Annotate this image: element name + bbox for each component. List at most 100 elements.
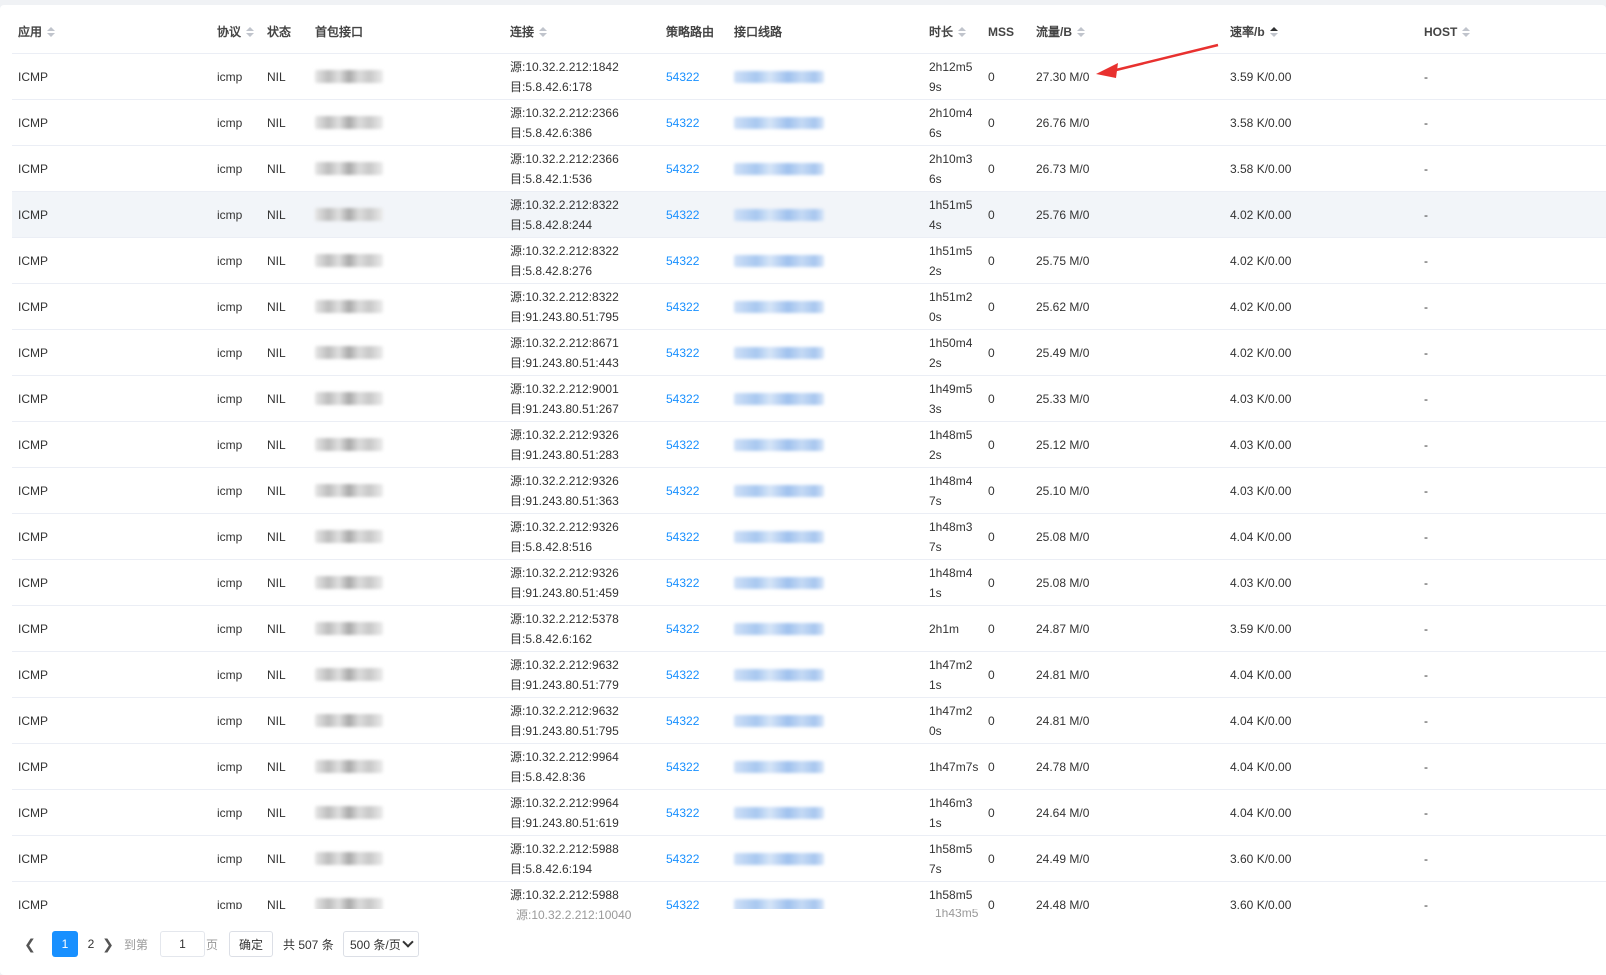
policy-route-link[interactable]: 54322 bbox=[666, 757, 699, 777]
table-row[interactable]: ICMP icmp NIL 源:10.32.2.212:8322 目:5.8.42.8:… bbox=[12, 192, 1606, 238]
table-row[interactable]: ICMP icmp NIL 源:10.32.2.212:2366 目:5.8.42.6:… bbox=[12, 100, 1606, 146]
cell-policy-route[interactable]: 54322 bbox=[660, 514, 730, 559]
cell-host: - bbox=[1424, 69, 1428, 84]
table-row[interactable]: ICMP icmp NIL 源:10.32.2.212:9632 目:91.243.80… bbox=[12, 652, 1606, 698]
policy-route-link[interactable]: 54322 bbox=[666, 573, 699, 593]
table-row[interactable]: ICMP icmp NIL 源:10.32.2.212:1842 目:5.8.42.6:… bbox=[12, 54, 1606, 100]
header-proto[interactable]: 协议 bbox=[211, 10, 261, 53]
cell-policy-route[interactable]: 54322 bbox=[660, 376, 730, 421]
cell-policy-route[interactable]: 54322 bbox=[660, 146, 730, 191]
table-row[interactable]: ICMP icmp NIL 源:10.32.2.212:8322 目:5.8.42.8:… bbox=[12, 238, 1606, 284]
header-app[interactable]: 应用 bbox=[12, 10, 212, 53]
cell-state: NIL bbox=[267, 207, 286, 222]
sort-icon[interactable] bbox=[246, 26, 255, 37]
table-row[interactable]: ICMP icmp NIL 源:10.32.2.212:8671 目:91.243.80… bbox=[12, 330, 1606, 376]
header-flow[interactable]: 流量/B bbox=[1030, 10, 1230, 53]
connection-source: 源:10.32.2.212:1842 bbox=[510, 59, 619, 74]
cell-rate: 3.59 K/0.00 bbox=[1230, 69, 1292, 84]
policy-route-link[interactable]: 54322 bbox=[666, 389, 699, 409]
cell-policy-route[interactable]: 54322 bbox=[660, 468, 730, 513]
cell-policy-route[interactable]: 54322 bbox=[660, 744, 730, 789]
cell-flow: 26.73 M/0 bbox=[1036, 161, 1090, 176]
cell-state: NIL bbox=[267, 299, 286, 314]
table-row[interactable]: ICMP icmp NIL 源:10.32.2.212:2366 目:5.8.42.1:… bbox=[12, 146, 1606, 192]
sort-icon[interactable] bbox=[539, 26, 548, 37]
header-host[interactable]: HOST bbox=[1418, 10, 1598, 53]
policy-route-link[interactable]: 54322 bbox=[666, 113, 699, 133]
redacted-interface bbox=[315, 392, 383, 405]
cell-policy-route[interactable]: 54322 bbox=[660, 284, 730, 329]
policy-route-link[interactable]: 54322 bbox=[666, 205, 699, 225]
cell-policy-route[interactable]: 54322 bbox=[660, 790, 730, 835]
header-rate[interactable]: 速率/b bbox=[1224, 10, 1424, 53]
cell-policy-route[interactable]: 54322 bbox=[660, 652, 730, 697]
cell-policy-route[interactable]: 54322 bbox=[660, 192, 730, 237]
cell-app: ICMP bbox=[18, 575, 48, 590]
table-row[interactable]: ICMP icmp NIL 源:10.32.2.212:9964 目:91.243.80… bbox=[12, 790, 1606, 836]
policy-route-link[interactable]: 54322 bbox=[666, 711, 699, 731]
cell-flow: 24.87 M/0 bbox=[1036, 621, 1090, 636]
policy-route-link[interactable]: 54322 bbox=[666, 159, 699, 179]
cell-mss: 0 bbox=[988, 529, 995, 544]
policy-route-link[interactable]: 54322 bbox=[666, 803, 699, 823]
cell-policy-route[interactable]: 54322 bbox=[660, 698, 730, 743]
cell-policy-route[interactable]: 54322 bbox=[660, 422, 730, 467]
policy-route-link[interactable]: 54322 bbox=[666, 849, 699, 869]
policy-route-link[interactable]: 54322 bbox=[666, 619, 699, 639]
cell-mss: 0 bbox=[988, 207, 995, 222]
page-size-select[interactable]: 500 条/页 bbox=[343, 931, 419, 957]
table-row[interactable]: ICMP icmp NIL 源:10.32.2.212:9001 目:91.243.80… bbox=[12, 376, 1606, 422]
cell-policy-route[interactable]: 54322 bbox=[660, 330, 730, 375]
policy-route-link[interactable]: 54322 bbox=[666, 527, 699, 547]
table-row[interactable]: ICMP icmp NIL 源:10.32.2.212:5988 目:5.8.42.6:… bbox=[12, 836, 1606, 882]
policy-route-link[interactable]: 54322 bbox=[666, 297, 699, 317]
connection-destination: 目:5.8.42.8:244 bbox=[510, 217, 593, 232]
redacted-interface bbox=[315, 530, 383, 543]
connection-source: 源:10.32.2.212:9964 bbox=[510, 795, 619, 810]
cell-policy-route[interactable]: 54322 bbox=[660, 54, 730, 99]
cell-duration: 1h49m53s bbox=[929, 381, 973, 416]
cell-policy-route[interactable]: 54322 bbox=[660, 100, 730, 145]
cell-policy-route[interactable]: 54322 bbox=[660, 238, 730, 283]
sort-icon[interactable] bbox=[47, 26, 56, 37]
policy-route-link[interactable]: 54322 bbox=[666, 481, 699, 501]
sort-icon[interactable] bbox=[1462, 26, 1471, 37]
cell-interface-line bbox=[728, 606, 928, 651]
cell-policy-route[interactable]: 54322 bbox=[660, 606, 730, 651]
redacted-line bbox=[734, 530, 824, 543]
policy-route-link[interactable]: 54322 bbox=[666, 251, 699, 271]
policy-route-link[interactable]: 54322 bbox=[666, 67, 699, 87]
goto-page-input[interactable]: 1 bbox=[160, 931, 205, 957]
table-row[interactable]: ICMP icmp NIL 源:10.32.2.212:9632 目:91.243.80… bbox=[12, 698, 1606, 744]
policy-route-link[interactable]: 54322 bbox=[666, 665, 699, 685]
policy-route-link[interactable]: 54322 bbox=[666, 343, 699, 363]
cell-interface-line bbox=[728, 514, 928, 559]
sort-icon[interactable] bbox=[1269, 26, 1278, 37]
prev-page-icon[interactable]: ❮ bbox=[18, 931, 42, 957]
table-row[interactable]: ICMP icmp NIL 源:10.32.2.212:5378 目:5.8.42.6:… bbox=[12, 606, 1606, 652]
header-connection[interactable]: 连接 bbox=[504, 10, 664, 53]
page-button-1[interactable]: 1 bbox=[52, 931, 78, 957]
cell-connection: 源:10.32.2.212:8671 目:91.243.80.51:443 bbox=[504, 330, 664, 375]
cell-host: - bbox=[1424, 437, 1428, 452]
connection-destination: 目:91.243.80.51:779 bbox=[510, 677, 619, 692]
cell-connection: 源:10.32.2.212:2366 目:5.8.42.1:536 bbox=[504, 146, 664, 191]
redacted-line bbox=[734, 208, 824, 221]
cell-state: NIL bbox=[267, 759, 286, 774]
table-row[interactable]: ICMP icmp NIL 源:10.32.2.212:9326 目:91.243.80… bbox=[12, 422, 1606, 468]
table-row[interactable]: ICMP icmp NIL 源:10.32.2.212:9326 目:5.8.42.8:… bbox=[12, 514, 1606, 560]
next-page-icon[interactable]: ❯ bbox=[96, 931, 120, 957]
goto-confirm-button[interactable]: 确定 bbox=[229, 931, 273, 957]
cell-policy-route[interactable]: 54322 bbox=[660, 560, 730, 605]
sort-icon[interactable] bbox=[1077, 26, 1086, 37]
cell-state: NIL bbox=[267, 575, 286, 590]
header-duration[interactable]: 时长 bbox=[923, 10, 983, 53]
cell-policy-route[interactable]: 54322 bbox=[660, 836, 730, 881]
table-row[interactable]: ICMP icmp NIL 源:10.32.2.212:9964 目:5.8.42.8:… bbox=[12, 744, 1606, 790]
table-row[interactable]: ICMP icmp NIL 源:10.32.2.212:8322 目:91.243.80… bbox=[12, 284, 1606, 330]
policy-route-link[interactable]: 54322 bbox=[666, 435, 699, 455]
table-row[interactable]: ICMP icmp NIL 源:10.32.2.212:9326 目:91.243.80… bbox=[12, 560, 1606, 606]
table-row[interactable]: ICMP icmp NIL 源:10.32.2.212:9326 目:91.243.80… bbox=[12, 468, 1606, 514]
sort-icon[interactable] bbox=[958, 26, 967, 37]
cell-state: NIL bbox=[267, 437, 286, 452]
